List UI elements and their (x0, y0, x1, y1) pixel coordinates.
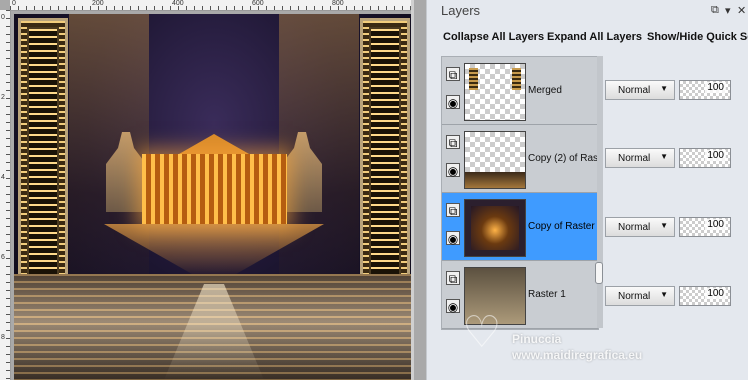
layer-list: ⧉ ◉ Merged ⧉ ◉ Copy (2) of Raste ⧉ ◉ Cop… (441, 56, 599, 330)
panel-title: Layers (441, 3, 481, 18)
opacity-value: 100 (705, 219, 726, 230)
ruler-mark: 800 (332, 0, 344, 7)
blend-mode-dropdown[interactable]: Normal ▼ (605, 80, 675, 100)
layer-name[interactable]: Copy (2) of Raste (528, 153, 598, 164)
watermark-url: www.maidiregrafica.eu (512, 348, 643, 362)
layer-list-splitter-handle[interactable] (595, 262, 603, 284)
panel-header: Layers ⧉ ▾ ✕ (427, 0, 748, 22)
watermark: ♡ Pinuccia www.maidiregrafica.eu (462, 310, 712, 370)
blend-mode-dropdown[interactable]: Normal ▼ (605, 217, 675, 237)
opacity-value: 100 (705, 150, 726, 161)
layer-row-merged[interactable]: ⧉ ◉ Merged (442, 57, 598, 125)
chevron-down-icon: ▼ (660, 152, 668, 161)
layer-name[interactable]: Copy of Raster 1 (528, 221, 598, 232)
collapse-all-layers-button[interactable]: Collapse All Layers (443, 31, 544, 43)
expand-all-layers-button[interactable]: Expand All Layers (547, 31, 642, 43)
layer-thumbnail (464, 199, 526, 257)
layer-name[interactable]: Merged (528, 85, 598, 96)
blend-mode-value: Normal (618, 153, 651, 164)
blend-mode-value: Normal (618, 222, 651, 233)
layer-thumbnail (464, 63, 526, 121)
eye-icon[interactable]: ◉ (446, 95, 460, 110)
canvas-workspace: 0 200 400 600 800 0 2 4 6 8 (0, 0, 426, 380)
layer-group-icon[interactable]: ⧉ (446, 203, 460, 218)
dropdown-icon[interactable]: ▾ (725, 4, 731, 17)
eye-icon[interactable]: ◉ (446, 231, 460, 246)
blend-mode-value: Normal (618, 85, 651, 96)
pillar-pattern (369, 27, 401, 299)
show-hide-quick-settings-button[interactable]: Show/Hide Quick Se (647, 31, 748, 43)
image-canvas[interactable] (14, 14, 414, 380)
ruler-mark: 4 (1, 174, 5, 181)
canvas-scrollbar[interactable] (411, 0, 414, 380)
opacity-field[interactable]: 100 (679, 286, 731, 306)
layer-row-copy-2-of-raster[interactable]: ⧉ ◉ Copy (2) of Raste (442, 125, 598, 193)
eye-icon[interactable]: ◉ (446, 299, 460, 314)
thumb-band (465, 172, 525, 188)
ruler-mark: 600 (252, 0, 264, 7)
thumb-image (471, 206, 519, 250)
ruler-mark: 2 (1, 94, 5, 101)
ruler-mark: 0 (1, 14, 5, 21)
layers-toolbar: Collapse All Layers Expand All Layers Sh… (427, 28, 748, 50)
thumb-pillar (469, 68, 478, 90)
layer-row-copy-of-raster-1[interactable]: ⧉ ◉ Copy of Raster 1 (442, 193, 598, 261)
layers-panel: Layers ⧉ ▾ ✕ Collapse All Layers Expand … (426, 0, 748, 380)
watermark-name: Pinuccia (512, 332, 562, 346)
right-pillar-frame (360, 18, 410, 308)
layer-thumbnail (464, 131, 526, 189)
opacity-value: 100 (705, 288, 726, 299)
chevron-down-icon: ▼ (660, 84, 668, 93)
layer-group-icon[interactable]: ⧉ (446, 135, 460, 150)
opacity-field[interactable]: 100 (679, 217, 731, 237)
blend-mode-value: Normal (618, 291, 651, 302)
blend-mode-dropdown[interactable]: Normal ▼ (605, 148, 675, 168)
ruler-mark: 0 (12, 0, 16, 7)
opacity-value: 100 (705, 82, 726, 93)
pillar-pattern (27, 27, 59, 299)
left-pillar-frame (18, 18, 68, 308)
blend-mode-dropdown[interactable]: Normal ▼ (605, 286, 675, 306)
opacity-field[interactable]: 100 (679, 148, 731, 168)
ruler-mark: 8 (1, 334, 5, 341)
close-icon[interactable]: ✕ (737, 4, 746, 17)
heart-logo-icon: ♡ (462, 308, 502, 357)
eye-icon[interactable]: ◉ (446, 163, 460, 178)
ruler-mark: 200 (92, 0, 104, 7)
chevron-down-icon: ▼ (660, 290, 668, 299)
palace-building (142, 154, 287, 224)
ruler-mark: 6 (1, 254, 5, 261)
horizontal-ruler: 0 200 400 600 800 (10, 0, 414, 11)
vertical-ruler: 0 2 4 6 8 (0, 10, 11, 380)
layer-group-icon[interactable]: ⧉ (446, 271, 460, 286)
restore-icon[interactable]: ⧉ (711, 4, 719, 17)
thumb-pillar (512, 68, 521, 90)
layer-group-icon[interactable]: ⧉ (446, 67, 460, 82)
chevron-down-icon: ▼ (660, 221, 668, 230)
layer-name[interactable]: Raster 1 (528, 289, 598, 300)
opacity-field[interactable]: 100 (679, 80, 731, 100)
layer-list-scrollbar[interactable] (597, 56, 603, 328)
ruler-mark: 400 (172, 0, 184, 7)
